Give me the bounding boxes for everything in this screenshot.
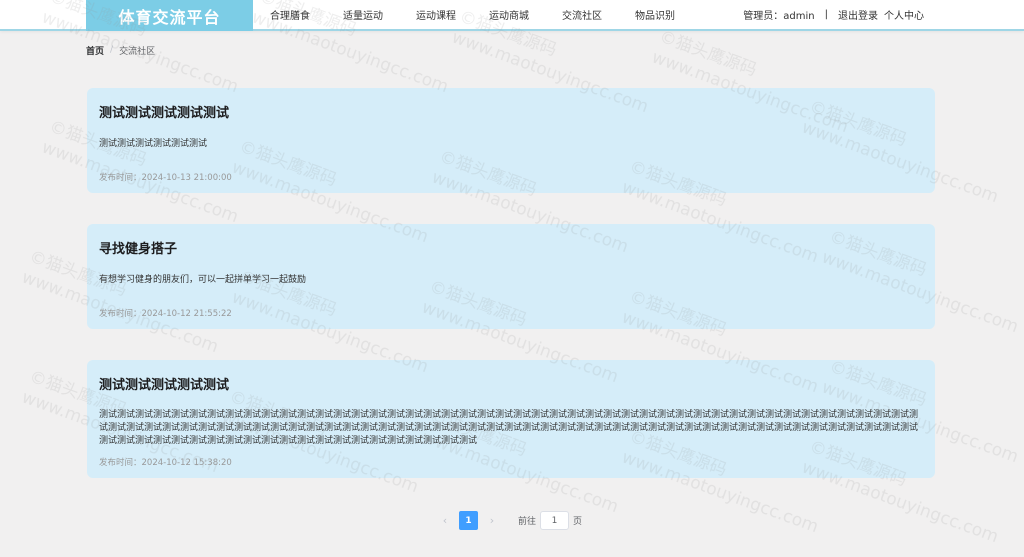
- post-content: 测试测试测试测试测试测试: [99, 139, 208, 149]
- post-time: 发布时间：2024-10-12 21:55:22: [99, 309, 232, 319]
- profile-link[interactable]: 个人中心: [884, 7, 924, 22]
- post-title: 寻找健身搭子: [99, 242, 178, 257]
- nav-item-courses[interactable]: 运动课程: [399, 7, 472, 22]
- breadcrumb-home[interactable]: 首页: [86, 44, 104, 57]
- site-logo[interactable]: 体育交流平台: [86, 0, 253, 31]
- nav-item-exercise[interactable]: 适量运动: [326, 7, 399, 22]
- page-suffix: 页: [573, 517, 583, 527]
- pagination: ‹ 1 › 前往 页: [437, 511, 582, 530]
- breadcrumb: 首页 / 交流社区: [86, 44, 156, 57]
- post-time: 发布时间：2024-10-12 15:38:20: [99, 458, 232, 468]
- post-content: 测试测试测试测试测试测试测试测试测试测试测试测试测试测试测试测试测试测试测试测试…: [99, 410, 919, 446]
- post-card[interactable]: 寻找健身搭子 有想学习健身的朋友们，可以一起拼单学习一起鼓励 发布时间：2024…: [87, 224, 935, 329]
- breadcrumb-separator: /: [110, 45, 114, 55]
- nav-item-recognition[interactable]: 物品识别: [618, 7, 691, 22]
- next-page-button[interactable]: ›: [484, 511, 500, 530]
- breadcrumb-current: 交流社区: [119, 46, 156, 57]
- main-nav: 合理膳食 适量运动 运动课程 运动商城 交流社区 物品识别: [253, 0, 691, 29]
- post-card[interactable]: 测试测试测试测试测试 测试测试测试测试测试测试测试测试测试测试测试测试测试测试测…: [87, 360, 935, 478]
- goto-page-input[interactable]: [540, 511, 570, 530]
- post-content: 有想学习健身的朋友们，可以一起拼单学习一起鼓励: [99, 275, 307, 285]
- logout-link[interactable]: 退出登录: [838, 7, 878, 22]
- post-card[interactable]: 测试测试测试测试测试 测试测试测试测试测试测试 发布时间：2024-10-13 …: [87, 88, 935, 193]
- user-separator: |: [824, 9, 828, 20]
- goto-label: 前往: [518, 517, 537, 527]
- top-header: 体育交流平台 合理膳食 适量运动 运动课程 运动商城 交流社区 物品识别 管理员…: [0, 0, 1024, 31]
- nav-item-shop[interactable]: 运动商城: [472, 7, 545, 22]
- post-time: 发布时间：2024-10-13 21:00:00: [99, 173, 232, 183]
- nav-item-diet[interactable]: 合理膳食: [253, 7, 326, 22]
- prev-page-button[interactable]: ‹: [437, 511, 453, 530]
- nav-item-community[interactable]: 交流社区: [545, 7, 618, 22]
- user-bar: 管理员：admin | 退出登录 个人中心: [743, 0, 924, 29]
- user-label: 管理员：admin: [743, 11, 815, 22]
- post-title: 测试测试测试测试测试: [99, 378, 230, 393]
- post-title: 测试测试测试测试测试: [99, 106, 230, 121]
- page-number-active[interactable]: 1: [459, 511, 478, 530]
